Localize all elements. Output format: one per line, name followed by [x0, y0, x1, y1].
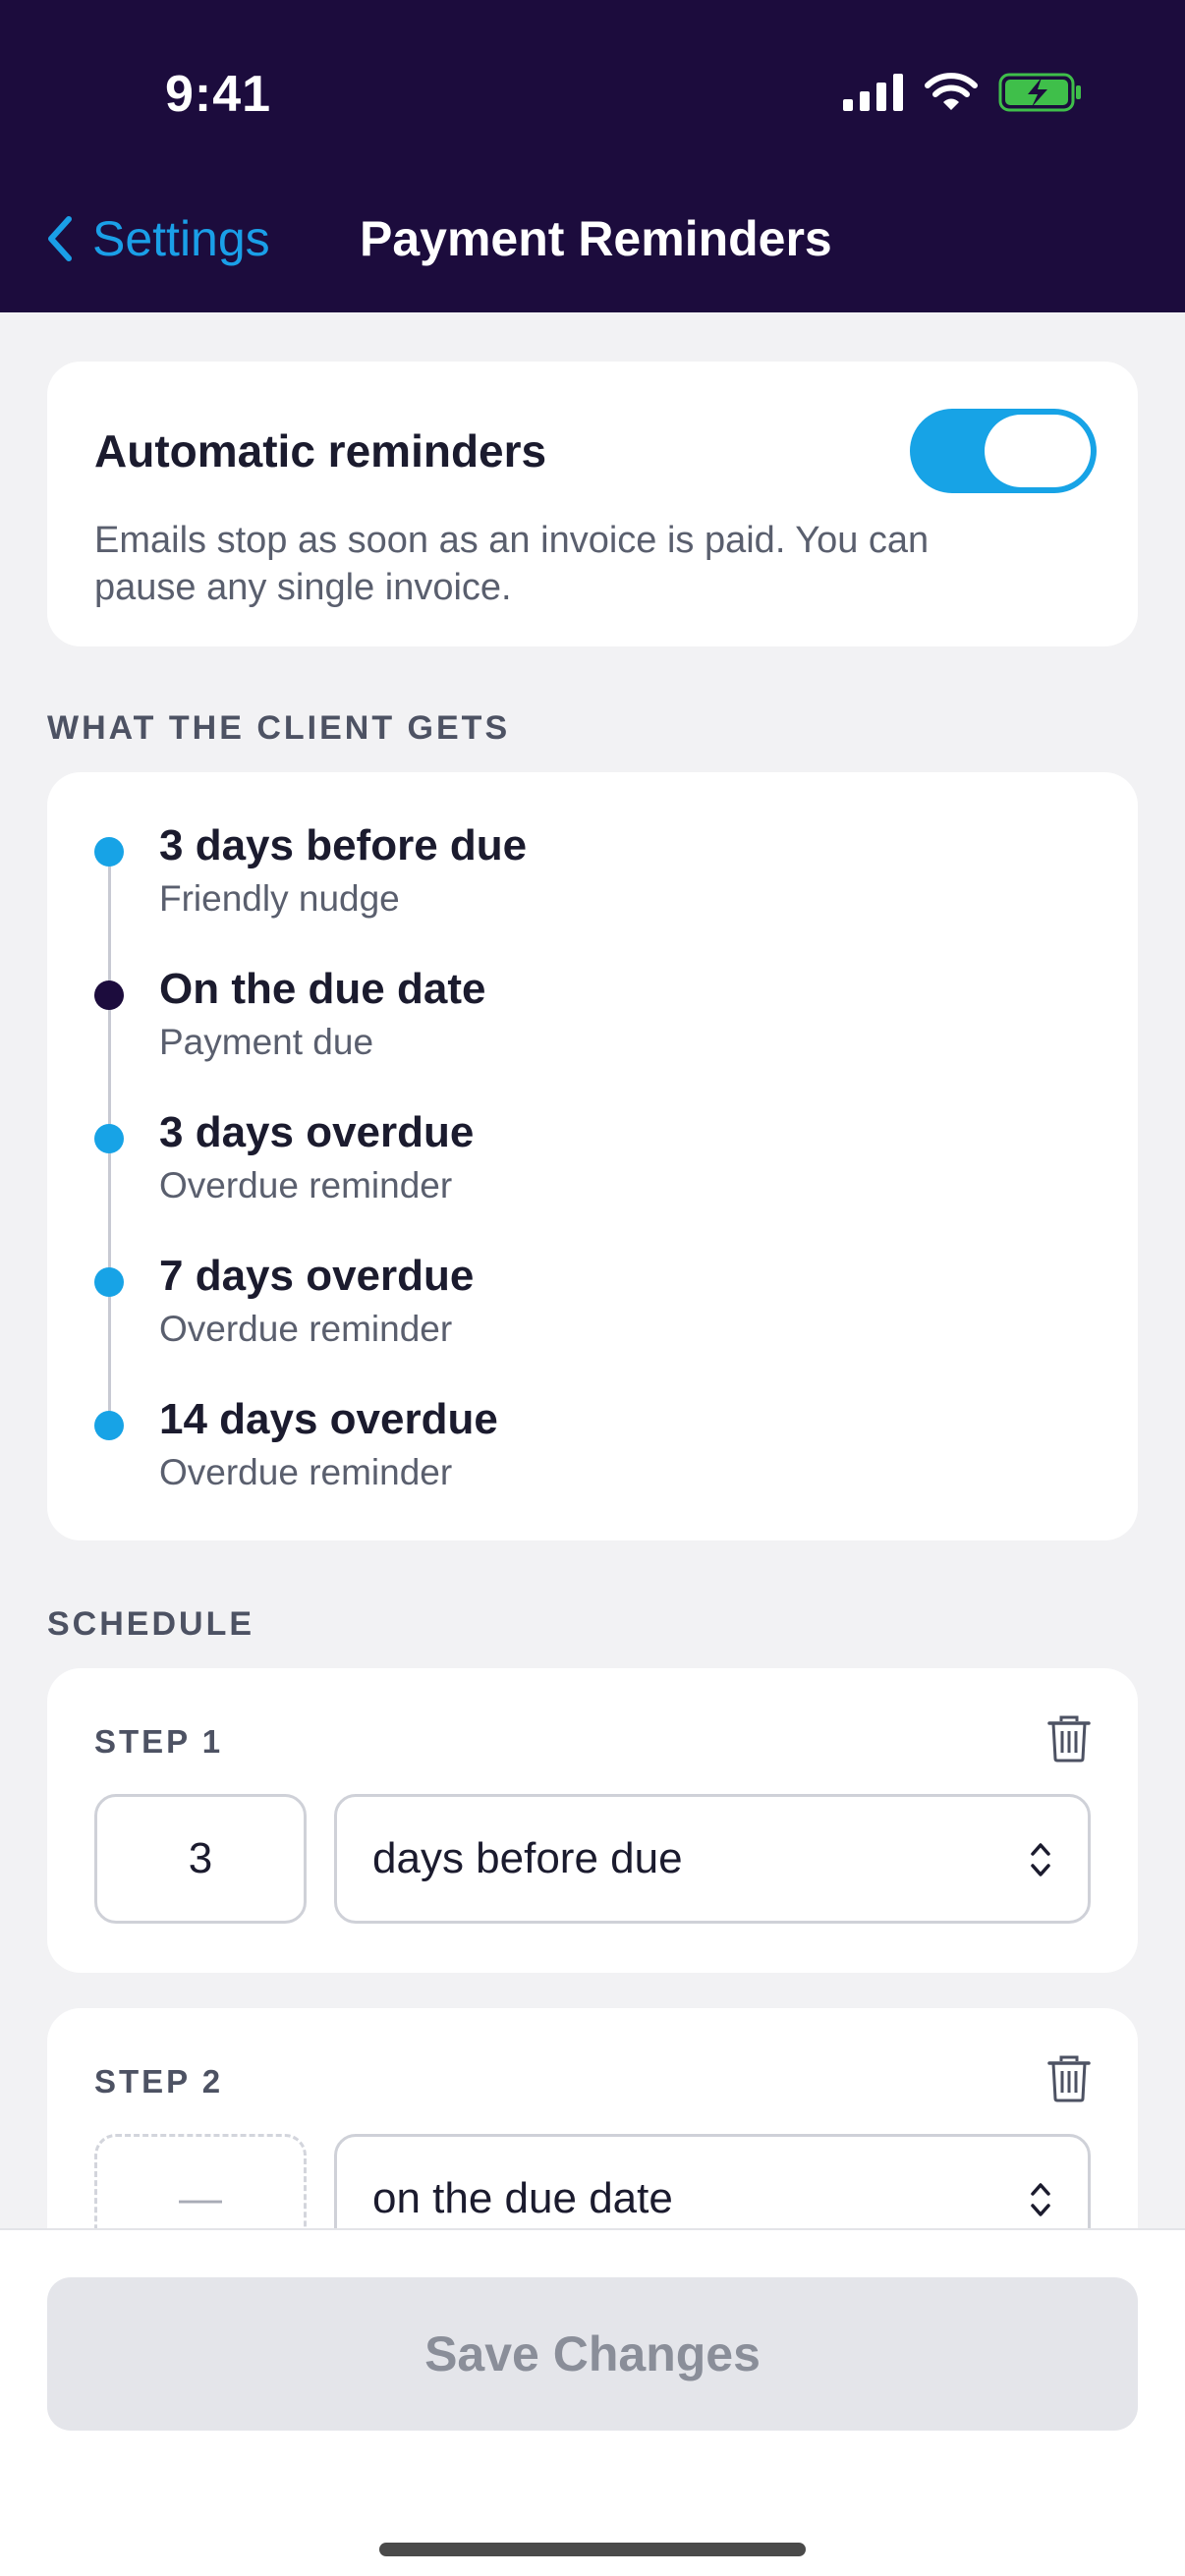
schedule-section-label: SCHEDULE — [47, 1605, 255, 1643]
automatic-reminders-card: Automatic reminders Emails stop as soon … — [47, 362, 1138, 646]
timeline-item: On the due date Payment due — [47, 916, 1138, 1062]
toggle-knob — [985, 415, 1091, 487]
page-title: Payment Reminders — [360, 211, 832, 266]
timeline-item-title: On the due date — [159, 965, 486, 1013]
timing-select-value: on the due date — [372, 2174, 673, 2222]
timeline-item-subtitle: Friendly nudge — [159, 878, 400, 919]
timeline-item-subtitle: Overdue reminder — [159, 1165, 453, 1205]
app-header: 9:41 Settings Payment Reminders — [0, 0, 1185, 312]
timeline-item-title: 3 days overdue — [159, 1108, 475, 1156]
timeline-item-title: 7 days overdue — [159, 1252, 475, 1300]
status-icons — [843, 73, 1083, 112]
timing-select[interactable]: on the due date — [334, 2134, 1091, 2228]
timeline-item-subtitle: Overdue reminder — [159, 1309, 453, 1349]
step-label: STEP 1 — [94, 1723, 224, 1760]
timeline-item: 3 days before due Friendly nudge — [47, 772, 1138, 919]
client-section-label: WHAT THE CLIENT GETS — [47, 709, 511, 747]
timeline-dot — [94, 837, 124, 867]
step-label: STEP 2 — [94, 2063, 224, 2100]
trash-icon — [1047, 1715, 1091, 1763]
back-button[interactable]: Settings — [45, 210, 270, 267]
home-indicator[interactable] — [379, 2543, 806, 2556]
timeline-dot — [94, 1267, 124, 1297]
days-input[interactable]: 3 — [94, 1794, 307, 1924]
delete-step-button[interactable] — [1047, 1715, 1091, 1767]
timeline-item: 7 days overdue Overdue reminder — [47, 1203, 1138, 1349]
chevron-left-icon — [48, 216, 72, 261]
battery-charging-icon — [998, 73, 1081, 112]
delete-step-button[interactable] — [1047, 2055, 1091, 2107]
days-input[interactable]: — — [94, 2134, 307, 2228]
automatic-reminders-title: Automatic reminders — [94, 425, 547, 476]
reminder-timeline: 3 days before due Friendly nudge On the … — [47, 772, 1138, 1540]
timeline-item: 3 days overdue Overdue reminder — [47, 1059, 1138, 1205]
timing-select[interactable]: days before due — [334, 1794, 1091, 1924]
bottom-action-bar: Save Changes — [0, 2228, 1185, 2576]
back-label: Settings — [92, 211, 270, 266]
chevron-up-down-icon — [1031, 2183, 1050, 2216]
chevron-up-down-icon — [1031, 1843, 1050, 1876]
trash-icon — [1047, 2055, 1091, 2102]
timeline-item-title: 14 days overdue — [159, 1395, 498, 1443]
wifi-icon — [925, 73, 978, 110]
timing-select-value: days before due — [372, 1834, 683, 1882]
timeline-item: 14 days overdue Overdue reminder — [47, 1346, 1138, 1492]
timeline-dot — [94, 1124, 124, 1153]
timeline-item-subtitle: Payment due — [159, 1022, 374, 1062]
signal-icon — [843, 74, 903, 111]
status-time: 9:41 — [165, 66, 272, 123]
timeline-item-title: 3 days before due — [159, 821, 528, 869]
timeline-item-subtitle: Overdue reminder — [159, 1452, 453, 1492]
content-scroll[interactable]: Automatic reminders Emails stop as soon … — [0, 312, 1185, 2228]
automatic-reminders-description: Emails stop as soon as an invoice is pai… — [94, 520, 930, 608]
automatic-reminders-toggle[interactable] — [910, 409, 1097, 493]
schedule-step-card: STEP 2 — on the due date — [47, 2008, 1138, 2228]
timeline-dot — [94, 1411, 124, 1440]
timeline-dot — [94, 980, 124, 1010]
schedule-step-card: STEP 1 3 days before due — [47, 1668, 1138, 1973]
save-changes-button[interactable]: Save Changes — [47, 2277, 1138, 2431]
